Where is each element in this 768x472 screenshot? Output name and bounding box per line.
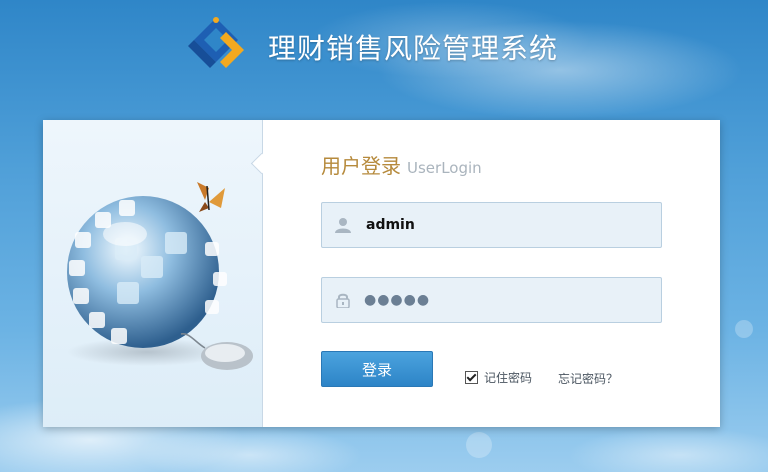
forgot-password-link[interactable]: 忘记密码？ bbox=[558, 370, 618, 387]
login-button[interactable]: 登录 bbox=[321, 351, 433, 387]
remember-password[interactable]: 记住密码 bbox=[465, 369, 532, 386]
password-field[interactable]: ●●●●● bbox=[321, 277, 662, 323]
remember-label: 记住密码 bbox=[484, 371, 533, 385]
lock-icon bbox=[334, 291, 352, 309]
bokeh-light bbox=[735, 320, 753, 338]
username-input[interactable] bbox=[364, 216, 648, 234]
login-heading: 用户登录 UserLogin bbox=[321, 150, 482, 179]
login-subtitle: UserLogin bbox=[407, 159, 482, 177]
login-title: 用户登录 bbox=[321, 154, 401, 178]
username-field[interactable] bbox=[321, 202, 662, 248]
globe-puzzle-illustration bbox=[67, 182, 253, 370]
remember-checkbox[interactable] bbox=[465, 371, 478, 384]
login-card: 用户登录 UserLogin ●●●●● 登录 记住密码 忘记密码？ bbox=[43, 120, 720, 427]
bokeh-light bbox=[466, 432, 492, 458]
user-icon bbox=[334, 216, 352, 234]
header: 理财销售风险管理系统 bbox=[186, 12, 558, 82]
illustration-panel bbox=[43, 120, 263, 427]
app-logo-icon bbox=[186, 14, 252, 80]
app-title: 理财销售风险管理系统 bbox=[268, 32, 559, 65]
password-input[interactable]: ●●●●● bbox=[364, 292, 430, 308]
